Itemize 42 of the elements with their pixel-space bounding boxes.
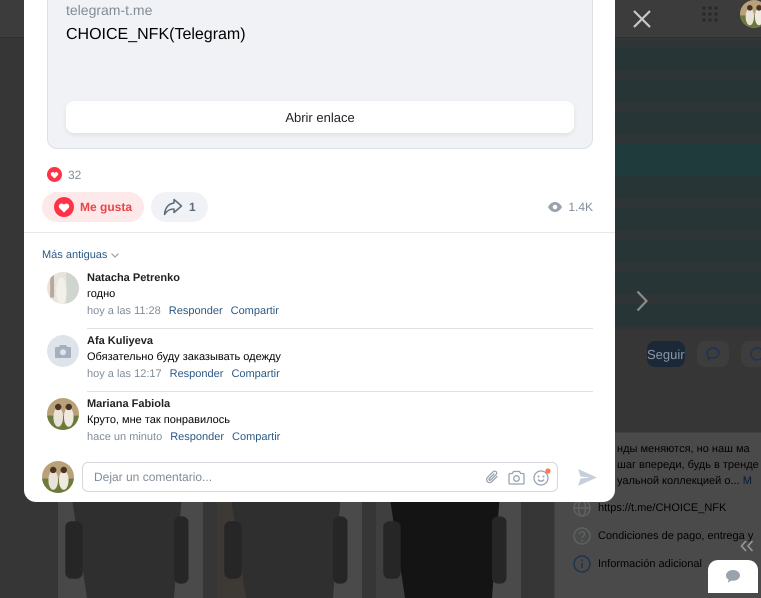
comment-author[interactable]: Afa Kuliyeva — [87, 333, 593, 349]
description-line: нды меняются, но наш ма — [617, 442, 751, 457]
camera-icon — [55, 344, 71, 358]
reply-link[interactable]: Responder — [170, 429, 224, 446]
chat-button[interactable] — [708, 560, 758, 593]
comment-time: hace un minuto — [87, 430, 162, 445]
paperclip-icon[interactable] — [484, 469, 500, 485]
comment-author[interactable]: Natacha Petrenko — [87, 270, 593, 286]
link-title: CHOICE_NFK(Telegram) — [66, 25, 247, 45]
info-icon — [572, 554, 592, 574]
camera-icon[interactable] — [508, 470, 525, 484]
share-link[interactable]: Compartir — [231, 366, 280, 383]
share-link[interactable]: Compartir — [232, 429, 280, 446]
share-button[interactable]: 1 — [151, 192, 208, 222]
comment-text: Обязательно буду заказывать одежду — [87, 350, 282, 365]
description-line: уальной коллекцией о... М — [617, 474, 753, 489]
reply-link[interactable]: Responder — [168, 303, 223, 320]
comment-text: годно — [87, 287, 116, 302]
link-domain: telegram-t.me — [66, 2, 154, 18]
view-count: 1.4K — [568, 200, 593, 214]
send-icon[interactable] — [578, 468, 597, 486]
eye-icon — [548, 202, 562, 212]
comment-time: hoy a las 12:17 — [87, 367, 162, 382]
comment-field[interactable]: Dejar un comentario... — [82, 462, 558, 492]
chevron-down-icon — [111, 252, 120, 258]
sort-dropdown[interactable]: Más antiguas — [42, 249, 120, 261]
emoji-icon[interactable] — [533, 468, 551, 486]
comment-author[interactable]: Mariana Fabiola — [87, 396, 593, 412]
open-link-button[interactable]: Abrir enlace — [66, 101, 574, 133]
collapse-icon[interactable] — [740, 540, 754, 552]
share-arrow-icon — [163, 198, 184, 216]
speech-bubble-icon — [726, 570, 740, 583]
reaction-count: 32 — [68, 168, 82, 182]
description-line: шаг впереди, будь в тренде — [617, 458, 760, 473]
share-link[interactable]: Compartir — [230, 303, 279, 320]
follow-button[interactable]: Seguir — [647, 341, 685, 367]
speech-bubble-icon — [704, 346, 721, 362]
comment-time: hoy a las 11:28 — [87, 304, 161, 319]
comment-text: Круто, мне так понравилось — [87, 413, 232, 428]
help-icon — [572, 526, 592, 546]
close-icon[interactable] — [632, 9, 652, 29]
reply-link[interactable]: Responder — [170, 366, 224, 383]
